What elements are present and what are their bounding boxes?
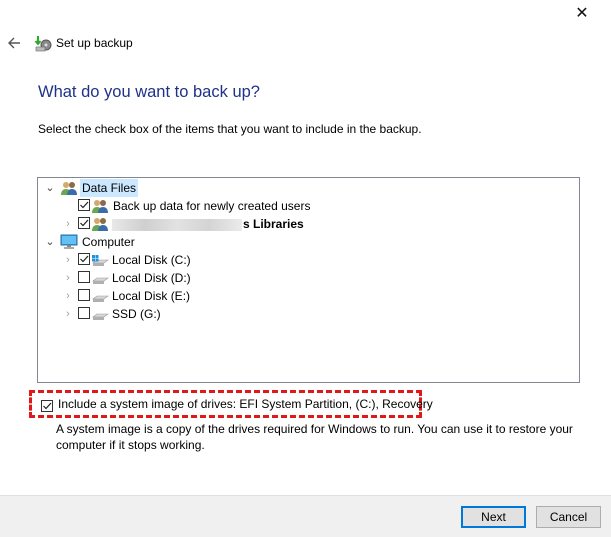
drive-icon <box>91 288 109 304</box>
users-icon <box>91 198 109 214</box>
checkbox-unchecked[interactable] <box>78 307 90 319</box>
close-icon[interactable]: ✕ <box>572 4 592 24</box>
system-image-checkbox[interactable] <box>41 400 53 412</box>
tree-item-label: Data Files <box>80 179 139 197</box>
tree-item-label: s Libraries <box>112 215 304 233</box>
system-image-option-highlight: Include a system image of drives: EFI Sy… <box>29 390 433 418</box>
tree-item-label: Local Disk (D:) <box>112 271 191 285</box>
page-heading: What do you want to back up? <box>38 83 260 101</box>
chevron-down-icon[interactable]: ⌄ <box>44 179 56 197</box>
backup-items-tree[interactable]: ⌄ Data Files Back up data for newly crea… <box>37 177 580 383</box>
checkbox-unchecked[interactable] <box>78 289 90 301</box>
drive-icon <box>91 306 109 322</box>
backup-icon <box>34 34 52 52</box>
chevron-right-icon[interactable]: › <box>62 287 74 305</box>
cancel-button[interactable]: Cancel <box>536 506 601 528</box>
next-button[interactable]: Next <box>461 506 526 528</box>
tree-item-data-files[interactable]: ⌄ Data Files <box>44 179 164 197</box>
redacted-username <box>112 218 242 231</box>
back-arrow-icon[interactable] <box>6 34 22 52</box>
chevron-right-icon[interactable]: › <box>62 251 74 269</box>
system-image-label[interactable]: Include a system image of drives: EFI Sy… <box>58 397 433 411</box>
tree-item-label: Local Disk (C:) <box>112 253 191 267</box>
users-icon <box>60 180 78 196</box>
checkbox-unchecked[interactable] <box>78 271 90 283</box>
chevron-down-icon[interactable]: ⌄ <box>44 233 56 251</box>
tree-item-label: Back up data for newly created users <box>113 199 311 213</box>
chevron-right-icon[interactable]: › <box>62 269 74 287</box>
system-drive-icon <box>91 252 109 268</box>
drive-icon <box>91 270 109 286</box>
instruction-text: Select the check box of the items that y… <box>38 122 422 136</box>
tree-item-label: Computer <box>82 235 135 249</box>
window-title: Set up backup <box>56 36 133 50</box>
checkbox-checked[interactable] <box>78 199 90 211</box>
checkbox-checked[interactable] <box>78 253 90 265</box>
users-icon <box>91 216 109 232</box>
computer-icon <box>60 234 78 250</box>
checkbox-checked[interactable] <box>78 217 90 229</box>
tree-item-label: Local Disk (E:) <box>112 289 191 303</box>
chevron-right-icon[interactable]: › <box>62 305 74 323</box>
chevron-right-icon[interactable]: › <box>62 215 74 233</box>
system-image-description: A system image is a copy of the drives r… <box>56 422 573 452</box>
tree-item-label: SSD (G:) <box>112 307 161 321</box>
